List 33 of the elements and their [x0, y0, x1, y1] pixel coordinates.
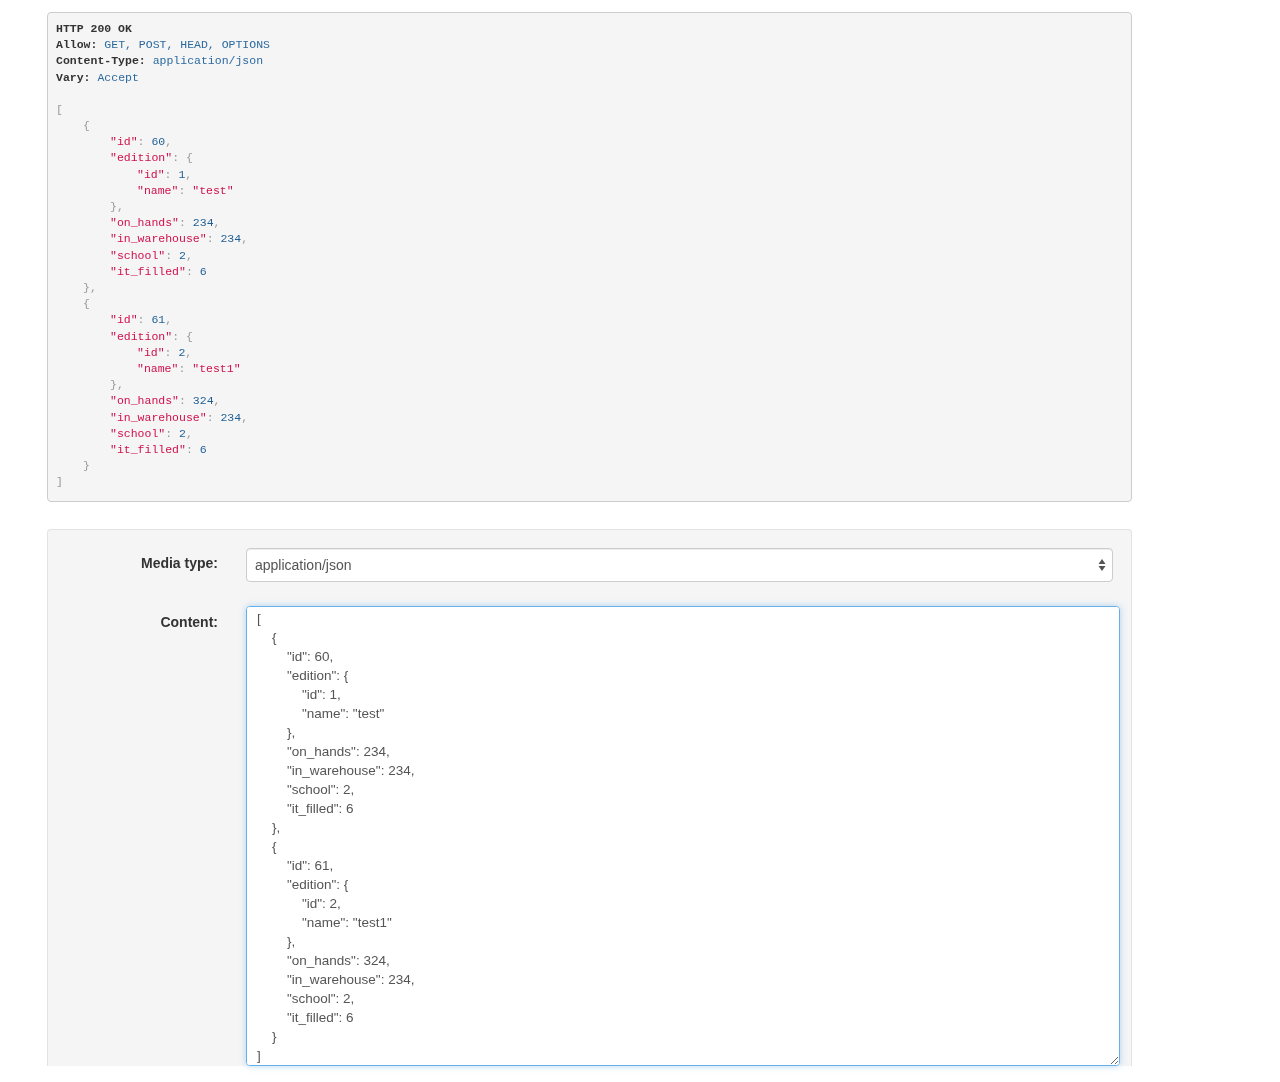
- code-line: },: [109, 377, 125, 394]
- header-line: Allow: GET, POST, HEAD, OPTIONS: [56, 37, 271, 54]
- code-line: "edition": {: [109, 328, 194, 345]
- code-line: "name": "test": [136, 182, 235, 199]
- field-label: Content:: [159, 612, 218, 630]
- code-line: {: [82, 118, 91, 134]
- code-line: {: [82, 296, 91, 313]
- code-line: "in_warehouse": 234,: [109, 409, 250, 426]
- code-line: ]: [56, 474, 64, 491]
- code-line: "id": 2,: [136, 344, 194, 361]
- code-line: "in_warehouse": 234,: [109, 231, 250, 248]
- code-line: },: [109, 199, 125, 216]
- code-line: "name": "test1": [136, 361, 242, 378]
- code-line: [: [56, 101, 64, 118]
- header-line: Vary: Accept: [56, 69, 140, 86]
- code-line: "school": 2,: [109, 425, 194, 442]
- code-line: "id": 1,: [136, 166, 194, 183]
- up-down-arrows-icon: [1098, 557, 1106, 572]
- code-line: },: [82, 280, 98, 297]
- header-line: Content-Type: application/json: [56, 53, 265, 70]
- media-type-select[interactable]: application/json: [246, 547, 1113, 582]
- status-line: HTTP 200 OK: [56, 21, 133, 37]
- code-line: "on_hands": 234,: [109, 215, 222, 232]
- code-line: }: [82, 458, 91, 475]
- code-line: "edition": {: [109, 150, 194, 167]
- field-label: Media type:: [140, 553, 218, 571]
- code-line: "id": 61,: [109, 312, 174, 329]
- content-textarea[interactable]: [ { "id": 60, "edition": { "id": 1, "name": "test" }, "on_hands": 234, "in_warehouse": 234, "school": 2, "it_filled": 6 }, { "id": 61, "edition": { "id": 2, "name": "test1" }, "on_hands": 324, "in_warehouse": 234, "school": 2, "it_filled": 6 } ]: [246, 605, 1120, 1066]
- code-line: "id": 60,: [109, 134, 174, 151]
- code-line: "on_hands": 324,: [109, 393, 222, 410]
- code-line: "it_filled": 6: [109, 263, 208, 280]
- code-line: "school": 2,: [109, 247, 194, 264]
- code-line: "it_filled": 6: [109, 442, 208, 459]
